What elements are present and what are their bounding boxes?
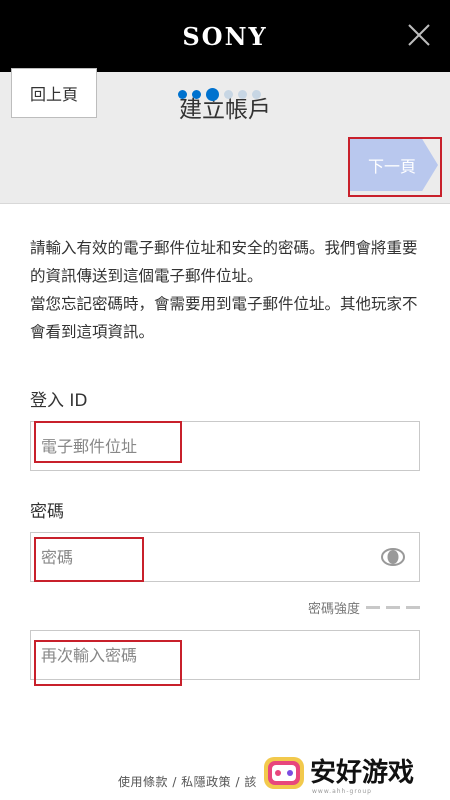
email-input[interactable] — [41, 422, 361, 470]
step-dot-6 — [252, 89, 261, 99]
step-indicator — [178, 86, 261, 102]
password-label: 密碼 — [30, 502, 64, 522]
login-id-label: 登入 ID — [30, 391, 88, 411]
intro-line-1: 請輸入有效的電子郵件位址和安全的密碼。我們會將重要的資訊傳送到這個電子郵件位址。 — [30, 239, 418, 285]
password-strength: 密碼強度 — [308, 598, 420, 617]
step-dot-2 — [192, 89, 201, 99]
eye-icon[interactable] — [381, 547, 405, 567]
sony-logo: SONY — [182, 22, 268, 51]
step-dot-5 — [238, 89, 247, 99]
strength-bar-2 — [386, 606, 400, 609]
close-icon[interactable] — [406, 22, 432, 48]
strength-label: 密碼強度 — [307, 602, 360, 617]
top-bar: SONY — [0, 0, 450, 72]
confirm-password-input[interactable] — [41, 631, 361, 679]
password-field — [30, 532, 420, 582]
intro-text: 請輸入有效的電子郵件位址和安全的密碼。我們會將重要的資訊傳送到這個電子郵件位址。… — [30, 234, 426, 346]
confirm-password-field — [30, 630, 420, 680]
step-dot-3-current — [206, 87, 219, 101]
step-dot-1 — [178, 89, 187, 99]
footer-links[interactable]: 使用條款 / 私隱政策 / 該 — [118, 773, 257, 790]
password-input[interactable] — [41, 533, 361, 581]
step-dot-4 — [224, 89, 233, 99]
next-button[interactable]: 下一頁 — [350, 139, 438, 191]
intro-line-2: 當您忘記密碼時，會需要用到電子郵件位址。其他玩家不會看到這項資訊。 — [30, 295, 418, 341]
strength-bar-1 — [366, 606, 380, 609]
watermark: 安好游戏 www.ahh-group — [262, 748, 414, 798]
strength-bar-3 — [406, 606, 420, 609]
gamepad-logo-icon — [264, 757, 304, 789]
email-field — [30, 421, 420, 471]
watermark-text: 安好游戏 — [310, 758, 415, 788]
watermark-subtext: www.ahh-group — [312, 788, 372, 795]
back-button[interactable]: 回上頁 — [11, 68, 97, 118]
